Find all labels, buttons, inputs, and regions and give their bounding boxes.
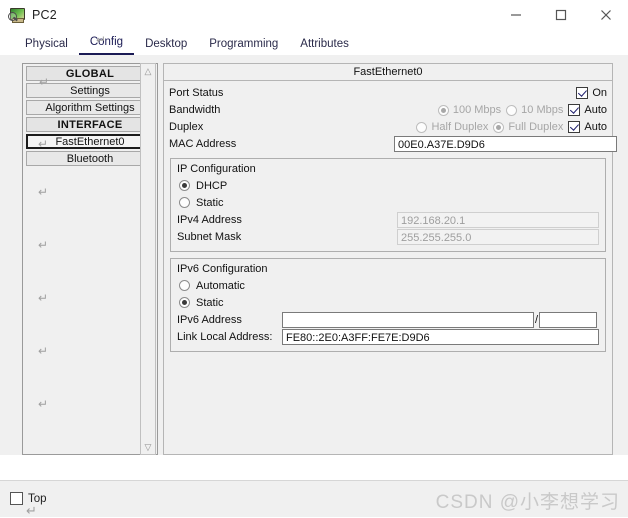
duplex-label: Duplex xyxy=(169,121,204,133)
ip-static-radio[interactable] xyxy=(179,197,190,208)
pc-device-icon xyxy=(8,7,26,23)
ip-static-option[interactable]: Static xyxy=(177,194,599,211)
sidebar-scrollbar[interactable]: △ ▽ xyxy=(140,63,156,455)
ipv4-address-row: IPv4 Address 192.168.20.1 xyxy=(177,211,599,228)
subnet-mask-label: Subnet Mask xyxy=(177,230,242,243)
mac-address-input[interactable]: 00E0.A37E.D9D6 xyxy=(394,136,617,152)
duplex-half-option[interactable]: Half Duplex xyxy=(416,121,488,133)
interface-nav-panel: GLOBAL Settings Algorithm Settings INTER… xyxy=(22,63,158,455)
duplex-auto-checkbox[interactable] xyxy=(568,121,581,133)
bandwidth-10mbps-label: 10 Mbps xyxy=(521,104,564,116)
bandwidth-row: Bandwidth 100 Mbps 10 Mbps Auto xyxy=(167,102,609,118)
window-controls xyxy=(493,0,628,30)
ip-static-label: Static xyxy=(196,196,224,209)
ipv6-address-label: IPv6 Address xyxy=(177,313,242,326)
bandwidth-10mbps-radio[interactable] xyxy=(506,104,518,116)
subnet-mask-input[interactable]: 255.255.255.0 xyxy=(397,228,599,245)
sidebar-item-settings[interactable]: Settings xyxy=(26,83,154,98)
top-checkbox[interactable] xyxy=(10,492,23,505)
ipv6-configuration-title: IPv6 Configuration xyxy=(177,263,268,275)
ip-dhcp-radio[interactable] xyxy=(179,180,190,191)
tab-programming[interactable]: Programming xyxy=(198,38,289,55)
chevron-up-icon[interactable]: △ xyxy=(141,64,155,78)
config-body: GLOBAL Settings Algorithm Settings INTER… xyxy=(0,55,628,480)
subnet-mask-row: Subnet Mask 255.255.255.0 xyxy=(177,228,599,245)
duplex-full-label: Full Duplex xyxy=(508,121,564,133)
duplex-half-label: Half Duplex xyxy=(431,121,489,133)
duplex-half-radio[interactable] xyxy=(416,121,428,133)
ipv6-static-option[interactable]: Static xyxy=(177,294,599,311)
bandwidth-auto-control[interactable]: Auto xyxy=(568,104,607,116)
ipv6-automatic-option[interactable]: Automatic xyxy=(177,277,599,294)
cursor-artifact: ↵ xyxy=(38,397,49,411)
sidebar-header-interface: INTERFACE xyxy=(26,117,154,132)
top-label: Top xyxy=(28,492,47,505)
ipv6-address-input[interactable] xyxy=(282,311,534,328)
ip-dhcp-option[interactable]: DHCP xyxy=(177,177,599,194)
footer-bar: Top ↵ CSDN @小李想学习 xyxy=(0,480,628,517)
sidebar-header-global: GLOBAL xyxy=(26,66,154,81)
cursor-artifact: ↵ xyxy=(38,344,49,358)
link-local-address-label: Link Local Address: xyxy=(177,330,273,343)
tab-physical[interactable]: Physical xyxy=(14,38,79,55)
title-bar: PC2 xyxy=(0,0,628,30)
ipv4-address-input[interactable]: 192.168.20.1 xyxy=(397,211,599,228)
bandwidth-100mbps-label: 100 Mbps xyxy=(452,104,502,116)
sidebar-item-bluetooth[interactable]: Bluetooth xyxy=(26,151,154,166)
maximize-icon[interactable] xyxy=(538,0,583,30)
ip-configuration-title: IP Configuration xyxy=(177,163,256,175)
ipv6-automatic-label: Automatic xyxy=(196,279,245,292)
duplex-auto-label: Auto xyxy=(584,121,607,133)
sidebar-item-fastethernet0[interactable]: FastEthernet0 xyxy=(26,134,154,149)
mac-address-label: MAC Address xyxy=(169,138,237,150)
ipv6-prefix-input[interactable] xyxy=(539,311,598,328)
ipv4-address-label: IPv4 Address xyxy=(177,213,242,226)
bandwidth-10mbps-option[interactable]: 10 Mbps xyxy=(506,104,563,116)
bandwidth-100mbps-option[interactable]: 100 Mbps xyxy=(437,104,502,116)
top-checkbox-control[interactable]: Top xyxy=(10,492,47,505)
bandwidth-auto-checkbox[interactable] xyxy=(568,104,581,116)
ipv6-address-row: IPv6 Address / xyxy=(177,311,599,328)
port-status-label: Port Status xyxy=(169,87,224,99)
minimize-icon[interactable] xyxy=(493,0,538,30)
body-bottom-strip xyxy=(0,455,628,480)
sidebar-item-algorithm-settings[interactable]: Algorithm Settings xyxy=(26,100,154,115)
duplex-full-option[interactable]: Full Duplex xyxy=(493,121,563,133)
interface-config-panel: FastEthernet0 Port Status On Bandwidth 1… xyxy=(163,63,617,455)
window-title: PC2 xyxy=(32,8,57,22)
duplex-row: Duplex Half Duplex Full Duplex Auto xyxy=(167,119,609,135)
mac-address-row: MAC Address 00E0.A37E.D9D6 xyxy=(167,136,617,152)
close-icon[interactable] xyxy=(583,0,628,30)
bandwidth-100mbps-radio[interactable] xyxy=(437,104,449,116)
ipv6-prefix-separator: / xyxy=(535,313,539,326)
tab-desktop[interactable]: Desktop xyxy=(134,38,198,55)
tab-bar: Physical Config Desktop Programming Attr… xyxy=(0,30,628,55)
cursor-artifact: ↵ xyxy=(38,185,49,199)
csdn-watermark: CSDN @小李想学习 xyxy=(435,492,620,513)
bandwidth-auto-label: Auto xyxy=(584,104,607,116)
ipv6-static-radio[interactable] xyxy=(179,297,190,308)
duplex-auto-control[interactable]: Auto xyxy=(568,121,607,133)
duplex-full-radio[interactable] xyxy=(493,121,505,133)
panel-title: FastEthernet0 xyxy=(164,64,612,81)
ipv6-static-label: Static xyxy=(196,296,224,309)
port-status-on-label: On xyxy=(592,87,607,99)
tab-attributes[interactable]: Attributes xyxy=(289,38,360,55)
cursor-artifact: ↵ xyxy=(38,238,49,252)
ip-dhcp-label: DHCP xyxy=(196,179,228,192)
chevron-down-icon[interactable]: ▽ xyxy=(141,440,155,454)
ipv6-configuration-group: IPv6 Configuration Automatic Static IPv6… xyxy=(170,258,606,352)
cursor-artifact: ↵ xyxy=(26,503,37,518)
port-status-row: Port Status On xyxy=(167,85,609,101)
port-status-checkbox[interactable] xyxy=(576,87,589,99)
link-local-address-input[interactable]: FE80::2E0:A3FF:FE7E:D9D6 xyxy=(282,328,599,345)
port-status-on-control[interactable]: On xyxy=(576,87,607,99)
ip-configuration-group: IP Configuration DHCP Static IPv4 Addres… xyxy=(170,158,606,252)
tab-config[interactable]: Config xyxy=(78,36,135,55)
link-local-address-row: Link Local Address: FE80::2E0:A3FF:FE7E:… xyxy=(177,328,599,345)
ipv6-automatic-radio[interactable] xyxy=(179,280,190,291)
bandwidth-label: Bandwidth xyxy=(169,104,221,116)
cursor-artifact: ↵ xyxy=(38,291,49,305)
